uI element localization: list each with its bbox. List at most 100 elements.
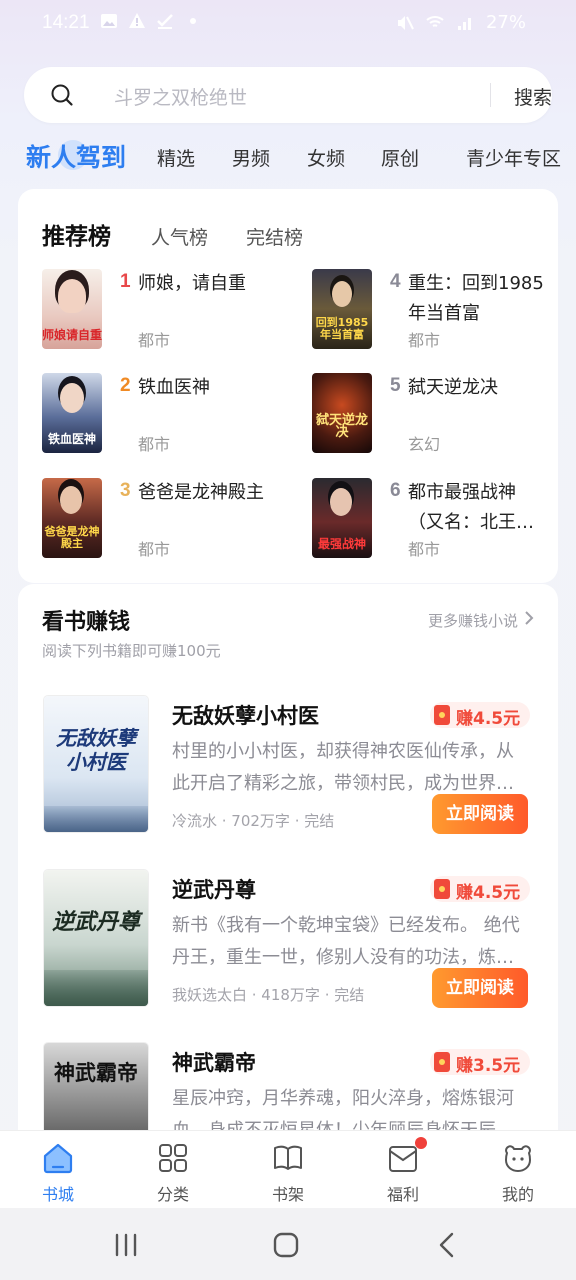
system-nav-bar: [0, 1208, 576, 1280]
tab-new-user[interactable]: 新人驾到: [26, 138, 126, 174]
book-title: 无敌妖孽小村医: [172, 704, 319, 728]
book-genre: 都市: [138, 540, 171, 559]
book-title: 弑天逆龙决: [408, 377, 498, 398]
earn-section-title: 看书赚钱: [42, 610, 131, 635]
more-earn-books-link[interactable]: 更多赚钱小说: [428, 610, 518, 631]
rank-item[interactable]: 师娘请自重 1 师娘，请自重 都市: [42, 269, 292, 351]
tab-popular-rank[interactable]: 人气榜: [151, 223, 208, 250]
book-genre: 都市: [408, 540, 441, 559]
mute-icon: [397, 15, 414, 30]
nav-bookshelf[interactable]: 书架: [248, 1141, 328, 1205]
search-icon: [51, 84, 73, 106]
back-icon[interactable]: [433, 1230, 463, 1260]
image-icon: [101, 14, 117, 28]
rank-item[interactable]: 爸爸是龙神殿主 3 爸爸是龙神殿主 都市: [42, 478, 292, 560]
book-cover: 铁血医神: [42, 373, 102, 453]
nav-label: 书城: [41, 1185, 74, 1204]
earn-amount: 赚4.5元: [456, 883, 521, 903]
bottom-nav: 书城 分类 书架 福利 我的: [0, 1130, 576, 1208]
rank-item[interactable]: 最强战神 6 都市最强战神（又名：北王… 都市: [312, 478, 562, 560]
tab-recommend-rank[interactable]: 推荐榜: [42, 217, 111, 251]
book-cover: 最强战神: [312, 478, 372, 558]
status-notification-icons: [100, 12, 202, 30]
tab-original[interactable]: 原创: [381, 144, 419, 171]
ranking-tabs: 推荐榜 人气榜 完结榜: [18, 217, 558, 253]
tab-featured[interactable]: 精选: [157, 144, 195, 171]
wifi-icon: [426, 15, 444, 27]
chevron-right-icon[interactable]: [522, 609, 536, 627]
search-bar[interactable]: 斗罗之双枪绝世 搜索: [24, 67, 552, 123]
tab-female[interactable]: 女频: [307, 144, 345, 171]
book-cover: 回到1985年当首富: [312, 269, 372, 349]
earn-badge: 赚4.5元: [430, 876, 530, 903]
book-description: 新书《我有一个乾坤宝袋》已经发布。 绝代丹王，重生一世，修别人没有的功法，炼…: [172, 915, 520, 968]
status-time: 14:21: [42, 12, 90, 33]
category-tabs: 新人驾到 精选 男频 女频 原创 青少年专区: [0, 132, 576, 178]
nav-bookstore[interactable]: 书城: [18, 1141, 98, 1205]
earn-amount: 赚4.5元: [456, 709, 521, 729]
signal-icon: [457, 17, 471, 30]
search-button[interactable]: 搜索: [514, 83, 552, 110]
rank-number: 2: [120, 375, 131, 396]
book-genre: 都市: [408, 331, 441, 350]
home-button-icon[interactable]: [271, 1230, 301, 1260]
red-envelope-icon: [434, 705, 450, 725]
book-meta: 我妖选太白 · 418万字 · 完结: [172, 986, 365, 1004]
book-genre: 玄幻: [408, 435, 441, 454]
book-description: 村里的小小村医，却获得神农医仙传承，从此开启了精彩之旅，带领村民，成为世界…: [172, 741, 514, 794]
nav-label: 分类: [156, 1185, 189, 1204]
book-title: 都市最强战神（又名：北王…: [408, 482, 534, 533]
book-genre: 都市: [138, 331, 171, 350]
warning-icon: [129, 13, 145, 28]
rank-item[interactable]: 铁血医神 2 铁血医神 都市: [42, 373, 292, 455]
rank-item[interactable]: 弑天逆龙决 5 弑天逆龙决 玄幻: [312, 373, 562, 455]
home-icon: [43, 1143, 73, 1174]
rank-item[interactable]: 回到1985年当首富 4 重生：回到1985年当首富 都市: [312, 269, 562, 351]
earn-card: 看书赚钱 阅读下列书籍即可赚100元 更多赚钱小说 无敌妖孽小村医 无敌妖孽小村…: [18, 584, 558, 1179]
book-title: 爸爸是龙神殿主: [138, 482, 264, 503]
check-icon: [157, 14, 173, 29]
tab-teen[interactable]: 青少年专区: [466, 144, 561, 171]
nav-label: 我的: [501, 1185, 534, 1204]
profile-icon: [505, 1145, 531, 1172]
nav-label: 书架: [271, 1185, 304, 1204]
earn-book-item[interactable]: 逆武丹尊 逆武丹尊 赚4.5元 新书《我有一个乾坤宝袋》已经发布。 绝代丹王，重…: [44, 870, 544, 1010]
recent-apps-icon[interactable]: [111, 1230, 141, 1260]
tab-male[interactable]: 男频: [232, 144, 270, 171]
book-cover: 师娘请自重: [42, 269, 102, 349]
rank-number: 6: [390, 480, 401, 501]
red-envelope-icon: [434, 879, 450, 899]
notification-dot: [415, 1137, 427, 1149]
earn-badge: 赚4.5元: [430, 702, 530, 729]
book-title: 神武霸帝: [172, 1051, 256, 1075]
book-icon: [274, 1145, 302, 1170]
red-envelope-icon: [434, 1052, 450, 1072]
book-title: 铁血医神: [138, 377, 210, 398]
battery-percent: 27%: [485, 12, 526, 33]
book-cover: 逆武丹尊: [44, 870, 148, 1006]
book-genre: 都市: [138, 435, 171, 454]
earn-book-item[interactable]: 无敌妖孽小村医 无敌妖孽小村医 赚4.5元 村里的小小村医，却获得神农医仙传承，…: [44, 696, 544, 836]
nav-category[interactable]: 分类: [133, 1141, 213, 1205]
nav-label: 福利: [386, 1185, 419, 1204]
rank-number: 5: [390, 375, 401, 396]
earn-badge: 赚3.5元: [430, 1049, 530, 1076]
status-system-icons: 27%: [396, 12, 526, 33]
book-cover: 弑天逆龙决: [312, 373, 372, 453]
tab-completed-rank[interactable]: 完结榜: [246, 223, 303, 250]
book-title: 师娘，请自重: [138, 273, 246, 294]
nav-profile[interactable]: 我的: [478, 1141, 558, 1205]
rank-number: 3: [120, 480, 131, 501]
dot-icon: [190, 18, 196, 24]
search-input[interactable]: 斗罗之双枪绝世: [114, 83, 247, 110]
book-cover: 无敌妖孽小村医: [44, 696, 148, 832]
read-now-button[interactable]: 立即阅读: [432, 968, 528, 1008]
grid-icon: [159, 1144, 187, 1172]
book-cover: 爸爸是龙神殿主: [42, 478, 102, 558]
nav-welfare[interactable]: 福利: [363, 1137, 443, 1205]
earn-amount: 赚3.5元: [456, 1056, 521, 1076]
earn-section-subtitle: 阅读下列书籍即可赚100元: [42, 642, 221, 660]
read-now-button[interactable]: 立即阅读: [432, 794, 528, 834]
rank-number: 4: [390, 271, 401, 292]
book-meta: 冷流水 · 702万字 · 完结: [172, 812, 335, 830]
